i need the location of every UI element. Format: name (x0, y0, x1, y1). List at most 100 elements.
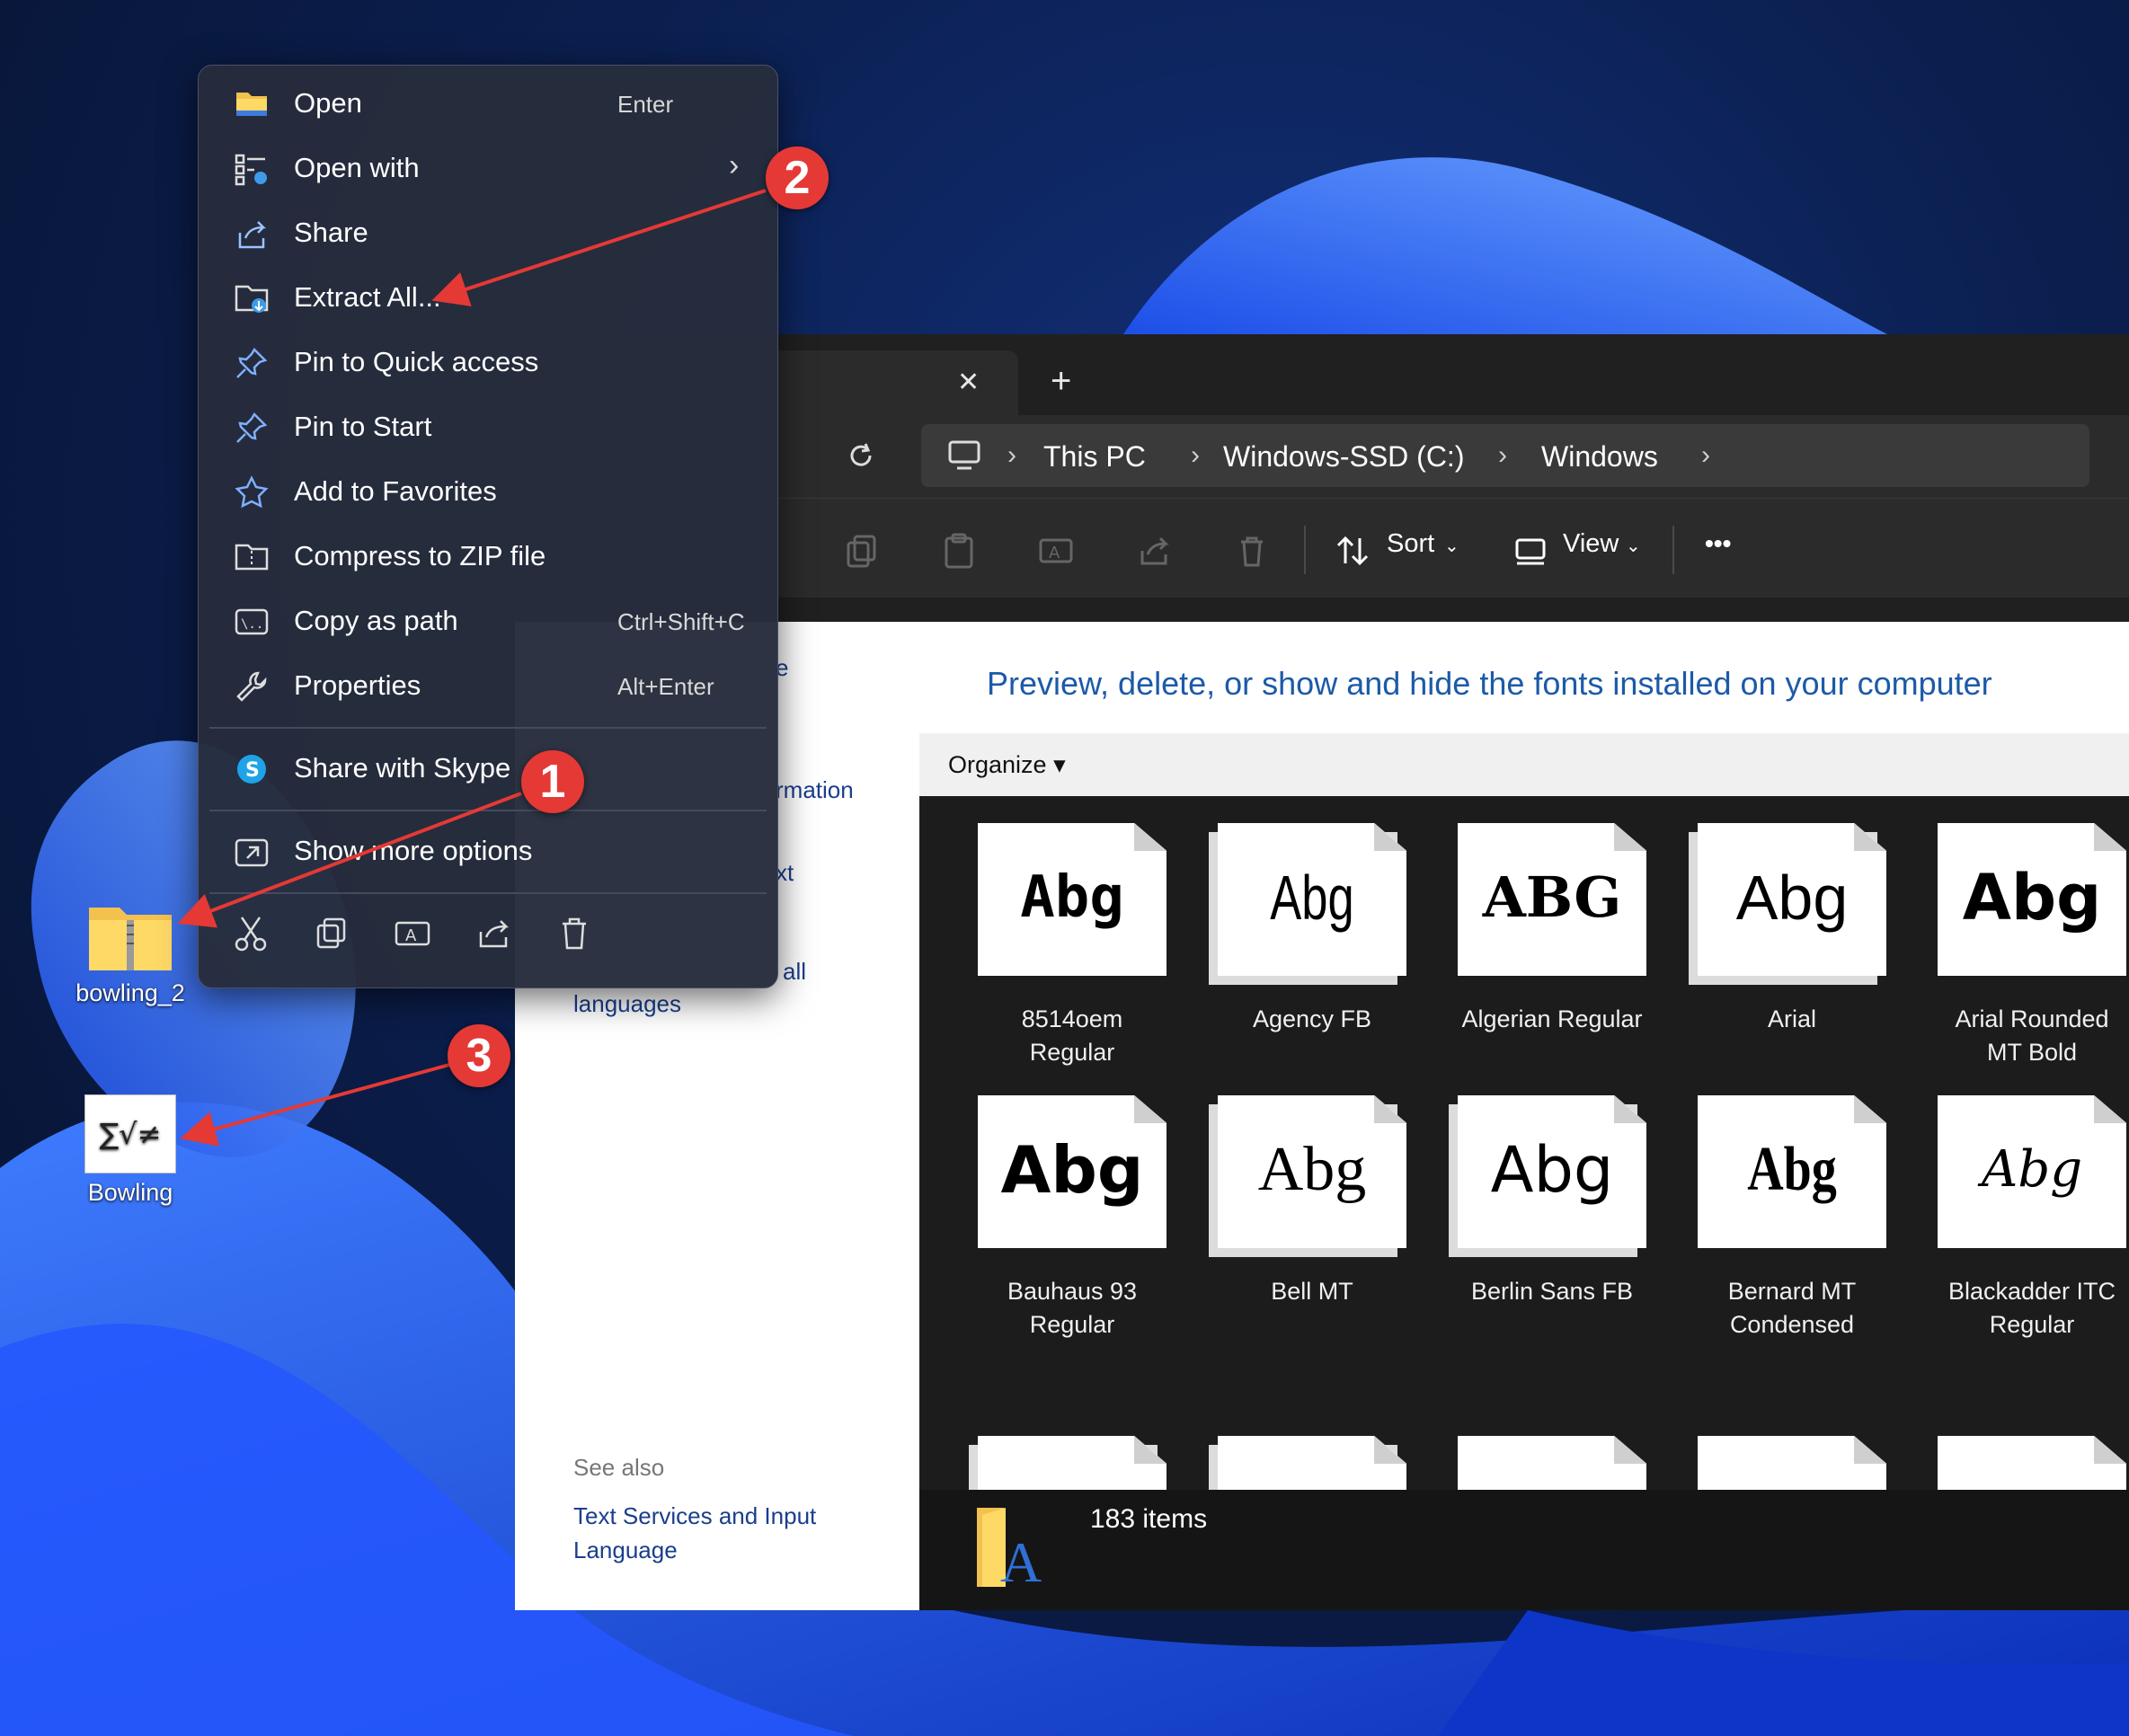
menu-item-pin-quick-access[interactable]: Pin to Quick access (208, 333, 768, 391)
left-pane-link-fragment[interactable]: rmation (776, 776, 854, 804)
address-bar[interactable]: › This PC › Windows-SSD (C:) › Windows › (921, 424, 2089, 487)
share-icon[interactable] (474, 914, 513, 953)
chevron-right-icon[interactable]: › (1007, 440, 1016, 471)
font-file-icon[interactable] (1458, 1436, 1646, 1490)
wrench-icon (236, 671, 267, 702)
page-title: Preview, delete, or show and hide the fo… (987, 665, 1992, 702)
menu-item-pin-start[interactable]: Pin to Start (208, 398, 768, 456)
item-count: 183 items (1090, 1504, 1208, 1534)
desktop-icon-bowling[interactable]: ∑√≠ Bowling (54, 1094, 207, 1207)
font-file-icon[interactable] (969, 1436, 1167, 1490)
menu-item-share[interactable]: Share (208, 204, 768, 261)
font-file-icon: Abg (1209, 1095, 1406, 1257)
toolbar-divider (1672, 526, 1674, 574)
menu-item-share-skype[interactable]: S Share with Skype (208, 740, 768, 797)
svg-text:S: S (245, 759, 260, 782)
font-file-icon: Abg (978, 1095, 1167, 1248)
font-file-icon: Abg (978, 823, 1167, 976)
font-name: Agency FB (1252, 1005, 1372, 1032)
left-pane-link-languages[interactable]: languages (573, 990, 681, 1018)
font-name: Arial (1767, 1005, 1816, 1032)
font-item-berlin-sans[interactable]: Abg Berlin Sans FB (1444, 1095, 1660, 1308)
font-file-icon[interactable] (1209, 1436, 1406, 1490)
chevron-right-icon[interactable]: › (1191, 440, 1200, 471)
fonts-folder-icon: A (977, 1508, 1042, 1592)
left-pane-link-fragment[interactable]: all (783, 958, 806, 986)
chevron-right-icon: › (729, 148, 740, 182)
chevron-down-icon[interactable]: ⌄ (1626, 535, 1641, 557)
menu-item-show-more-options[interactable]: Show more options (208, 822, 768, 880)
copy-icon[interactable] (312, 914, 351, 953)
chevron-right-icon[interactable]: › (1701, 440, 1710, 471)
font-item-arial[interactable]: Abg Arial (1684, 823, 1900, 1036)
copy-icon[interactable] (844, 533, 880, 569)
font-file-icon[interactable] (1938, 1436, 2126, 1490)
sort-button[interactable]: Sort (1387, 529, 1434, 559)
menu-item-open-with[interactable]: Open with › (208, 139, 768, 197)
font-name: Arial Rounded MT Bold (1955, 1005, 2109, 1066)
delete-icon[interactable] (1234, 533, 1270, 569)
font-item-8514oem[interactable]: Abg 8514oem Regular (964, 823, 1180, 1069)
paste-icon[interactable] (941, 533, 977, 569)
font-item-blackadder[interactable]: Abg Blackadder ITC Regular (1924, 1095, 2129, 1342)
rename-icon[interactable]: A (1038, 533, 1074, 569)
more-options-icon[interactable]: ••• (1705, 529, 1731, 558)
annotation-badge-1: 1 (521, 750, 584, 813)
chevron-right-icon[interactable]: › (1498, 440, 1507, 471)
menu-item-open[interactable]: Open Enter (208, 75, 768, 132)
font-item-bernard-mt[interactable]: Abg Bernard MT Condensed (1684, 1095, 1900, 1342)
font-grid: Abg 8514oem Regular Abg Agency FB ABG Alg… (919, 796, 2129, 1490)
new-tab-icon[interactable]: + (1051, 363, 1071, 399)
font-item-arial-rounded[interactable]: Abg Arial Rounded MT Bold (1924, 823, 2129, 1069)
context-menu: Open Enter Open with › Share Extract All… (198, 65, 778, 988)
star-icon (235, 475, 269, 509)
svg-text:\..: \.. (241, 617, 263, 632)
see-also-heading: See also (573, 1454, 665, 1481)
folder-icon (236, 93, 267, 116)
font-file-icon[interactable] (1698, 1436, 1886, 1490)
desktop-icon-label: bowling_2 (75, 979, 185, 1006)
share-icon[interactable] (1135, 533, 1171, 569)
font-file-icon: Abg (1689, 823, 1886, 985)
font-item-algerian[interactable]: ABG Algerian Regular (1444, 823, 1660, 1036)
font-item-bauhaus-93[interactable]: Abg Bauhaus 93 Regular (964, 1095, 1180, 1342)
font-file-icon: ABG (1458, 823, 1646, 976)
organize-button[interactable]: Organize ▾ (948, 751, 1066, 779)
computer-icon (948, 440, 980, 470)
pin-icon (236, 412, 268, 443)
desktop-icon-bowling-2[interactable]: bowling_2 (54, 899, 207, 1007)
font-file-icon: Abg (1449, 1095, 1646, 1257)
math-file-icon: ∑√≠ (84, 1094, 176, 1174)
view-button[interactable]: View (1563, 529, 1619, 559)
open-with-icon (235, 154, 267, 186)
text-services-link[interactable]: Language (573, 1537, 678, 1564)
breadcrumb-windows[interactable]: Windows (1541, 440, 1658, 474)
copy-path-icon: \.. (235, 608, 269, 635)
refresh-icon[interactable] (846, 440, 876, 471)
skype-icon: S (237, 755, 266, 784)
text-services-link[interactable]: Text Services and Input (573, 1502, 816, 1530)
breadcrumb-this-pc[interactable]: This PC (1043, 440, 1146, 474)
breadcrumb-windows-ssd[interactable]: Windows-SSD (C:) (1223, 440, 1464, 474)
font-name: Bell MT (1271, 1278, 1353, 1305)
cut-icon[interactable] (231, 914, 271, 953)
more-options-icon (235, 838, 269, 867)
menu-item-properties[interactable]: Properties Alt+Enter (208, 657, 768, 714)
font-name: Bauhaus 93 Regular (1007, 1278, 1138, 1338)
font-item-agency-fb[interactable]: Abg Agency FB (1204, 823, 1420, 1036)
tab-close-icon[interactable]: ✕ (957, 365, 980, 401)
menu-item-copy-path[interactable]: \.. Copy as path Ctrl+Shift+C (208, 592, 768, 650)
menu-item-compress-zip[interactable]: Compress to ZIP file (208, 527, 768, 585)
menu-item-extract-all[interactable]: Extract All... (208, 269, 768, 326)
chevron-down-icon[interactable]: ⌄ (1444, 535, 1459, 557)
font-file-icon: Abg (1698, 1095, 1886, 1248)
left-pane-link-fragment[interactable]: xt (776, 859, 794, 887)
menu-item-add-favorites[interactable]: Add to Favorites (208, 463, 768, 520)
font-item-bell-mt[interactable]: Abg Bell MT (1204, 1095, 1420, 1308)
delete-icon[interactable] (554, 914, 594, 953)
font-name: Algerian Regular (1461, 1005, 1643, 1032)
svg-text:A: A (1049, 544, 1060, 562)
sort-icon[interactable] (1335, 533, 1371, 569)
rename-icon[interactable]: A (393, 914, 432, 953)
view-icon[interactable] (1512, 533, 1548, 569)
